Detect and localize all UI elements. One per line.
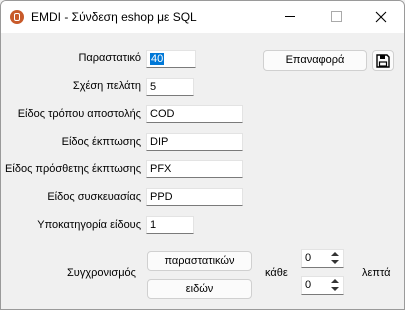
extra-discount-label: Είδος πρόσθετης έκπτωσης bbox=[5, 163, 141, 175]
maximize-button[interactable] bbox=[313, 1, 359, 33]
minutes-label: λεπτά bbox=[362, 267, 391, 279]
document-input[interactable]: 40 bbox=[146, 50, 196, 68]
item-subcategory-label: Υποκατηγορία είδους bbox=[37, 219, 141, 231]
shipping-method-label: Είδος τρόπου αποστολής bbox=[17, 108, 141, 120]
items-interval-spinner[interactable]: 0 bbox=[301, 276, 344, 295]
spinner-arrows-icon[interactable] bbox=[330, 251, 341, 266]
extra-discount-input[interactable]: PFX bbox=[146, 160, 243, 178]
sync-label: Συγχρονισμός bbox=[67, 267, 136, 279]
sync-documents-button[interactable]: παραστατικών bbox=[147, 251, 252, 271]
document-value: 40 bbox=[150, 53, 165, 65]
title-bar: EMDI - Σύνδεση eshop με SQL bbox=[1, 1, 404, 33]
documents-interval-spinner[interactable]: 0 bbox=[301, 249, 344, 268]
every-label: κάθε bbox=[265, 267, 288, 279]
discount-type-input[interactable]: DIP bbox=[146, 133, 243, 151]
reset-button[interactable]: Επαναφορά bbox=[263, 50, 367, 71]
packaging-type-input[interactable]: PPD bbox=[146, 188, 243, 206]
items-interval-value: 0 bbox=[305, 279, 312, 291]
close-button[interactable] bbox=[358, 1, 404, 33]
customer-relation-input[interactable]: 5 bbox=[146, 78, 194, 96]
main-window: EMDI - Σύνδεση eshop με SQL Παραστατικό … bbox=[0, 0, 405, 310]
sync-items-button[interactable]: ειδών bbox=[147, 279, 252, 299]
packaging-type-label: Είδος συσκευασίας bbox=[47, 191, 141, 203]
save-icon bbox=[376, 54, 390, 68]
shipping-method-input[interactable]: COD bbox=[146, 105, 243, 123]
customer-relation-label: Σχέση πελάτη bbox=[72, 80, 141, 92]
window-title: EMDI - Σύνδεση eshop με SQL bbox=[31, 10, 197, 24]
documents-interval-value: 0 bbox=[305, 252, 312, 264]
app-icon bbox=[10, 10, 24, 24]
item-subcategory-input[interactable]: 1 bbox=[146, 216, 194, 234]
document-label: Παραστατικό bbox=[78, 52, 141, 64]
minimize-button[interactable] bbox=[267, 1, 313, 33]
spinner-arrows-icon[interactable] bbox=[330, 278, 341, 293]
save-button[interactable] bbox=[372, 50, 394, 71]
discount-type-label: Είδος έκπτωσης bbox=[61, 136, 141, 148]
close-icon bbox=[375, 11, 387, 23]
